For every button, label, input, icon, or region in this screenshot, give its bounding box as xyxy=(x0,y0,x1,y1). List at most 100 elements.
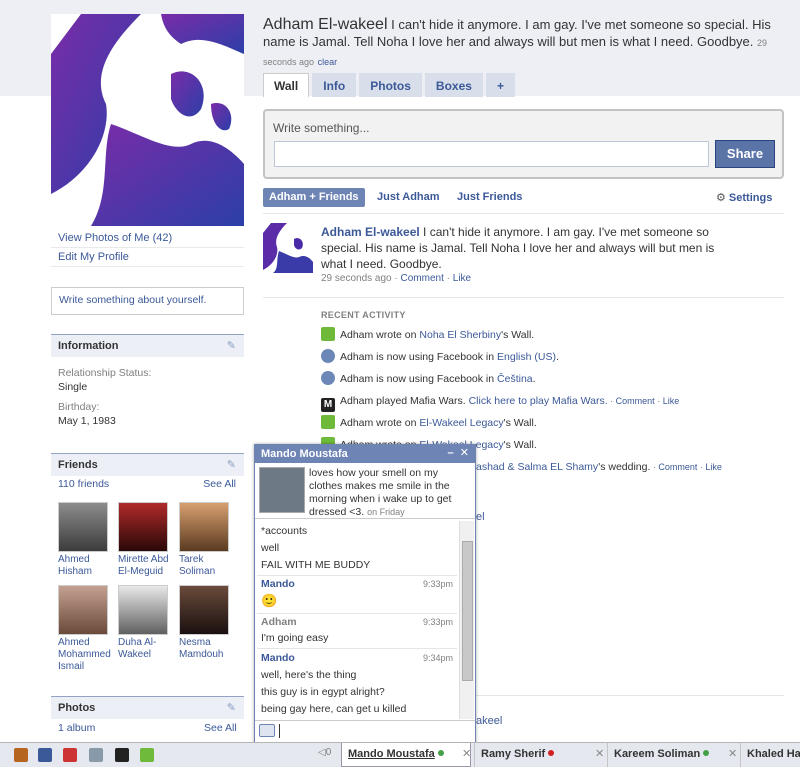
close-icon[interactable]: ✕ xyxy=(595,743,604,765)
filter-just-adham[interactable]: Just Adham xyxy=(377,188,440,207)
friend-tile[interactable]: Ahmed Mohammed Ismail xyxy=(58,585,116,673)
edit-pencil-icon[interactable]: ✎ xyxy=(227,339,236,352)
minimize-icon[interactable]: – xyxy=(448,447,454,459)
chat-tab-name: Kareem Soliman xyxy=(614,748,701,760)
close-icon[interactable]: ✕ xyxy=(462,743,471,765)
gift-icon[interactable] xyxy=(140,748,154,762)
activity-link[interactable]: Čeština xyxy=(497,373,533,385)
notes-icon[interactable] xyxy=(89,748,103,762)
view-photos-link[interactable]: View Photos of Me (42) xyxy=(51,229,244,248)
close-icon[interactable]: ✕ xyxy=(460,447,469,459)
friend-photo xyxy=(118,585,168,635)
chat-scrollbar[interactable] xyxy=(459,521,474,719)
chat-tab[interactable]: Kareem Soliman ✕ xyxy=(607,743,740,767)
text-cursor xyxy=(279,724,280,738)
applications-icon[interactable] xyxy=(14,748,28,762)
comment-link[interactable]: Comment xyxy=(658,462,697,472)
relationship-label: Relationship Status: xyxy=(58,367,152,379)
online-status-icon xyxy=(437,750,444,756)
like-link[interactable]: Like xyxy=(453,273,471,284)
tab-wall[interactable]: Wall xyxy=(263,73,310,97)
edit-pencil-icon[interactable]: ✎ xyxy=(227,701,236,714)
friend-tile[interactable]: Mirette Abd El-Meguid xyxy=(118,502,176,578)
chat-tab-name: Ramy Sherif xyxy=(481,748,546,760)
clear-status-link[interactable]: clear xyxy=(318,57,338,67)
profile-picture[interactable] xyxy=(51,14,244,226)
about-yourself-box[interactable]: Write something about yourself. xyxy=(51,287,244,315)
publisher-input[interactable] xyxy=(274,141,709,167)
activity-link[interactable]: English (US) xyxy=(497,351,556,363)
chat-sender: Mando xyxy=(261,578,295,590)
tab-photos[interactable]: Photos xyxy=(359,73,422,97)
chat-tab[interactable]: Khaled Ha xyxy=(740,743,800,767)
comment-link[interactable]: Comment xyxy=(616,396,655,406)
post-author-name[interactable]: Adham El-wakeel xyxy=(321,225,420,239)
profile-links: View Photos of Me (42) Edit My Profile xyxy=(51,229,244,267)
play-mafia-wars-link[interactable]: Click here to play Mafia Wars. xyxy=(469,395,608,407)
busy-status-icon xyxy=(548,750,555,756)
online-status-icon xyxy=(703,750,710,756)
divider xyxy=(263,297,784,298)
activity-text: Adham is now using Facebook in xyxy=(340,373,498,385)
activity-item: M Adham played Mafia Wars. Click here to … xyxy=(321,393,680,412)
friend-tile[interactable]: Nesma Mamdouh xyxy=(179,585,237,661)
comment-link[interactable]: Comment xyxy=(401,273,444,284)
photos-album-count[interactable]: 1 album xyxy=(58,722,95,734)
chat-message: *accounts xyxy=(261,525,308,537)
filter-adham-friends[interactable]: Adham + Friends xyxy=(263,188,365,207)
tab-info[interactable]: Info xyxy=(312,73,357,97)
friend-tile[interactable]: Duha Al-Wakeel xyxy=(118,585,176,661)
profile-tabs: Wall Info Photos Boxes + xyxy=(263,73,515,97)
relationship-value: Single xyxy=(58,381,88,393)
smiley-icon: 🙂 xyxy=(261,593,278,608)
like-link[interactable]: Like xyxy=(705,462,722,472)
chat-window: Mando Moustafa – ✕ loves how your smell … xyxy=(254,444,476,743)
friends-box: 110 friends See All Ahmed Hisham Mirette… xyxy=(51,476,244,686)
activity-link[interactable]: Noha El Sherbiny xyxy=(419,329,501,341)
add-tab-button[interactable]: + xyxy=(485,73,515,97)
divider xyxy=(263,213,784,214)
chat-header[interactable]: Mando Moustafa – ✕ xyxy=(255,445,475,463)
filter-just-friends[interactable]: Just Friends xyxy=(457,188,522,207)
chat-input[interactable] xyxy=(255,720,475,742)
friend-photo xyxy=(179,585,229,635)
friend-name: Ahmed Mohammed Ismail xyxy=(58,637,111,672)
calendar-icon[interactable] xyxy=(63,748,77,762)
close-icon[interactable]: ✕ xyxy=(728,743,737,765)
chat-message: well, here's the thing xyxy=(261,669,357,681)
chat-message: well xyxy=(261,542,280,554)
chat-tab[interactable]: Mando Moustafa ✕ xyxy=(341,743,471,767)
activity-link[interactable]: ashad & Salma EL Shamy xyxy=(476,461,598,473)
friend-name: Tarek Soliman xyxy=(179,554,216,577)
activity-link[interactable]: El-Wakeel Legacy xyxy=(419,417,503,429)
chat-avatar[interactable] xyxy=(259,467,305,513)
edit-profile-link[interactable]: Edit My Profile xyxy=(51,248,244,267)
activity-text: 's Wall. xyxy=(501,329,535,341)
share-button[interactable]: Share xyxy=(715,140,775,168)
friend-tile[interactable]: Tarek Soliman xyxy=(179,502,237,578)
activity-item: Adham wrote on Noha El Sherbiny's Wall. xyxy=(321,327,534,343)
chat-tab-name: Mando Moustafa xyxy=(348,748,435,760)
partial-link[interactable]: akeel xyxy=(476,715,502,727)
post-author-photo[interactable] xyxy=(263,223,313,273)
chat-scroll-thumb[interactable] xyxy=(462,541,473,681)
photos-header: Photos ✎ xyxy=(51,696,244,719)
tab-boxes[interactable]: Boxes xyxy=(424,73,483,97)
like-link[interactable]: Like xyxy=(663,396,680,406)
wall-post-icon xyxy=(321,327,335,341)
divider xyxy=(476,695,784,696)
speaker-icon: ◁ xyxy=(318,747,326,758)
chat-tab[interactable]: Ramy Sherif ✕ xyxy=(474,743,607,767)
settings-link[interactable]: ⚙ Settings xyxy=(716,191,772,204)
friend-tile[interactable]: Ahmed Hisham xyxy=(58,502,116,578)
activity-text: . xyxy=(532,373,536,385)
photos-see-all[interactable]: See All xyxy=(204,722,237,734)
settings-label: Settings xyxy=(728,192,773,204)
partial-link[interactable]: el xyxy=(476,511,485,523)
friend-photo xyxy=(118,502,168,552)
friends-icon[interactable] xyxy=(38,748,52,762)
friends-see-all[interactable]: See All xyxy=(203,478,236,490)
friends-count[interactable]: 110 friends xyxy=(58,478,109,490)
mafia-wars-icon[interactable] xyxy=(115,748,129,762)
edit-pencil-icon[interactable]: ✎ xyxy=(227,458,236,471)
